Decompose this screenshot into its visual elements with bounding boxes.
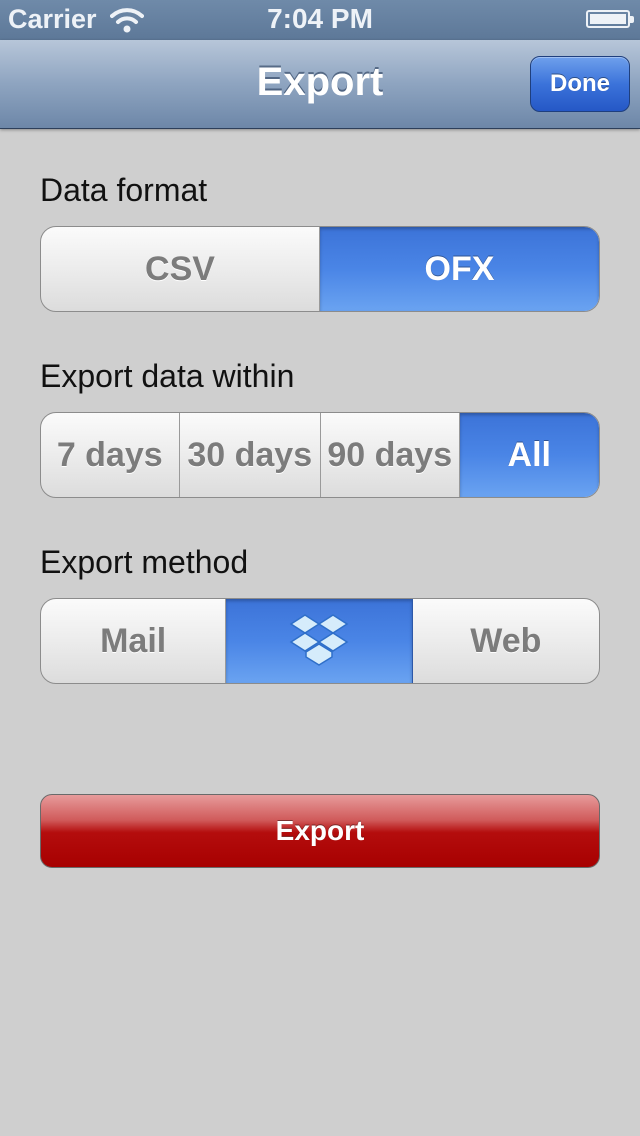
status-time: 7:04 PM: [267, 3, 373, 34]
data-format-label: Data format: [40, 172, 208, 208]
segment-30-days[interactable]: 30 days: [180, 413, 321, 497]
segment-7-days[interactable]: 7 days: [41, 413, 180, 497]
segment-ofx[interactable]: OFX: [320, 227, 599, 311]
export-range-segmented-control: 7 days 30 days 90 days All: [40, 412, 600, 498]
battery-icon: [586, 10, 634, 28]
segment-90-days[interactable]: 90 days: [321, 413, 460, 497]
segment-all[interactable]: All: [459, 413, 599, 497]
export-button[interactable]: Export: [40, 794, 600, 868]
export-range-label: Export data within: [40, 358, 295, 394]
navigation-bar: Export Done: [0, 40, 640, 129]
segment-csv[interactable]: CSV: [41, 227, 320, 311]
export-method-label: Export method: [40, 544, 249, 580]
done-button[interactable]: Done: [530, 56, 630, 112]
data-format-segmented-control: CSV OFX: [40, 226, 600, 312]
segment-mail[interactable]: Mail: [41, 599, 227, 683]
segment-dropbox[interactable]: [226, 599, 413, 683]
export-method-segmented-control: Mail Web: [40, 598, 600, 684]
battery-level: [590, 14, 626, 24]
segment-web[interactable]: Web: [413, 599, 599, 683]
dropbox-icon: [289, 614, 349, 666]
status-bar: Carrier 7:04 PM: [0, 0, 640, 40]
